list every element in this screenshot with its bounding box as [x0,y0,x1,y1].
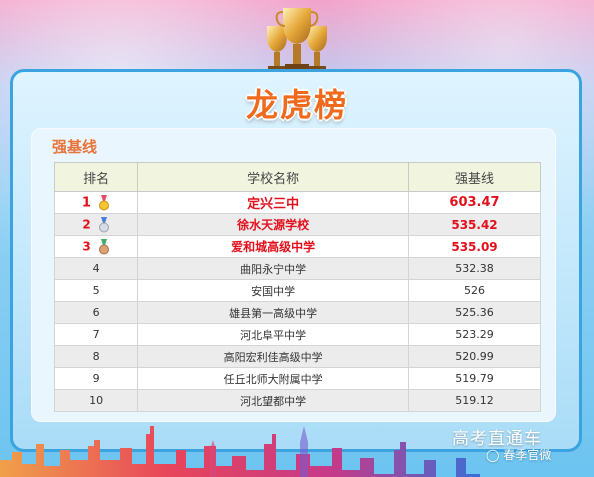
score: 525.36 [408,301,541,324]
bronze-medal-icon [98,238,109,254]
score: 535.42 [408,213,541,236]
table-row: 9 任丘北师大附属中学 519.79 [53,367,541,390]
header-rank: 排名 [53,162,139,192]
rank-cell: 3 [53,235,139,258]
rank-number: 6 [53,301,139,324]
table-row: 3 爱和城高级中学 535.09 [53,235,541,258]
rank-cell: 2 [53,213,139,236]
school-name: 安国中学 [137,279,409,302]
school-name: 雄县第一高级中学 [137,301,409,324]
page: 龙虎榜 强基线 排名 学校名称 强基线 1 定兴三中 603.47 2 徐水天源… [0,0,594,477]
score: 535.09 [408,235,541,258]
school-name: 定兴三中 [137,191,409,214]
rank-number: 9 [53,367,139,390]
score: 532.38 [408,257,541,280]
score: 519.79 [408,367,541,390]
watermark-subtitle-text: 春季官微 [503,448,552,462]
rank-number: 3 [82,239,91,253]
table-row: 1 定兴三中 603.47 [53,191,541,214]
rank-cell: 1 [53,191,139,214]
school-name: 任丘北师大附属中学 [137,367,409,390]
school-name: 河北阜平中学 [137,323,409,346]
ranking-table: 排名 学校名称 强基线 1 定兴三中 603.47 2 徐水天源学校 535.4… [53,162,541,412]
score: 519.12 [408,389,541,412]
rank-number: 1 [81,195,91,210]
rank-number: 10 [53,389,139,412]
table-row: 6 雄县第一高级中学 525.36 [53,301,541,324]
school-name: 徐水天源学校 [137,213,409,236]
table-row: 5 安国中学 526 [53,279,541,302]
school-name: 曲阳永宁中学 [137,257,409,280]
table-row: 7 河北阜平中学 523.29 [53,323,541,346]
table-header-row: 排名 学校名称 强基线 [53,162,541,192]
rank-number: 5 [53,279,139,302]
school-name: 高阳宏利佳高级中学 [137,345,409,368]
school-name: 爱和城高级中学 [137,235,409,258]
gold-medal-icon [99,194,110,210]
score: 520.99 [408,345,541,368]
header-score: 强基线 [408,162,541,192]
rank-number: 7 [53,323,139,346]
score: 603.47 [408,191,541,214]
rank-number: 2 [82,217,91,231]
table-row: 8 高阳宏利佳高级中学 520.99 [53,345,541,368]
header-school: 学校名称 [137,162,409,192]
table-row: 4 曲阳永宁中学 532.38 [53,257,541,280]
watermark-subtitle: ◯ 春季官微 [486,446,551,463]
rank-number: 8 [53,345,139,368]
section-title: 强基线 [52,138,98,156]
silver-medal-icon [98,216,109,232]
table-row: 2 徐水天源学校 535.42 [53,213,541,236]
wechat-icon: ◯ [486,448,500,462]
score: 526 [408,279,541,302]
rank-number: 4 [53,257,139,280]
banner-title: 龙虎榜 [245,86,348,124]
school-name: 河北望都中学 [137,389,409,412]
table-row: 10 河北望都中学 519.12 [53,389,541,412]
score: 523.29 [408,323,541,346]
